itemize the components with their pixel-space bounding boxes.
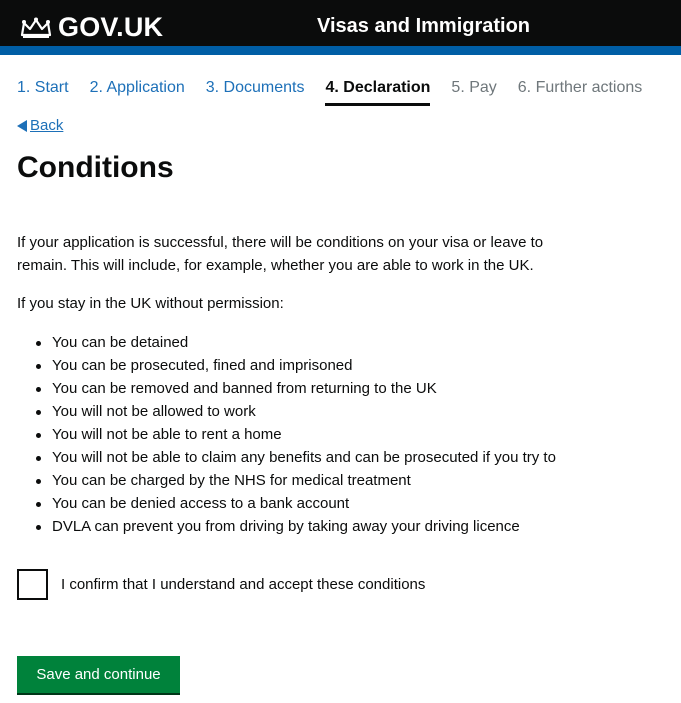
crown-icon: [20, 17, 52, 38]
intro-line-1: If your application is successful, there…: [17, 234, 544, 251]
back-link[interactable]: Back: [17, 117, 63, 134]
page-title: Conditions: [17, 151, 174, 184]
back-arrow-icon: [17, 119, 27, 132]
logo-text: GOV.UK: [58, 12, 164, 42]
confirm-checkbox-row[interactable]: I confirm that I understand and accept t…: [17, 569, 425, 600]
step-further-actions: 6. Further actions: [517, 79, 643, 96]
service-name[interactable]: Visas and Immigration: [317, 15, 530, 38]
list-item: DVLA can prevent you from driving by tak…: [17, 515, 556, 538]
confirm-checkbox[interactable]: [17, 569, 48, 600]
govuk-logo[interactable]: GOV.UK: [20, 12, 163, 43]
step-navigation: 1. Start 2. Application 3. Documents 4. …: [17, 79, 663, 106]
list-item: You can be detained: [17, 331, 556, 354]
list-item: You can be charged by the NHS for medica…: [17, 469, 556, 492]
confirm-checkbox-label[interactable]: I confirm that I understand and accept t…: [61, 576, 425, 593]
intro-line-2: remain. This will include, for example, …: [17, 257, 534, 274]
save-and-continue-button[interactable]: Save and continue: [17, 656, 180, 693]
list-item: You will not be able to rent a home: [17, 423, 556, 446]
list-item: You can be removed and banned from retur…: [17, 377, 556, 400]
back-link-label: Back: [30, 117, 64, 134]
govuk-header: GOV.UK Visas and Immigration: [0, 0, 681, 55]
intro-paragraph: If your application is successful, there…: [17, 231, 657, 277]
step-declaration: 4. Declaration: [325, 79, 431, 106]
list-item: You can be prosecuted, fined and impriso…: [17, 354, 556, 377]
list-item: You will not be able to claim any benefi…: [17, 446, 556, 469]
warning-intro: If you stay in the UK without permission…: [17, 295, 284, 312]
step-documents[interactable]: 3. Documents: [206, 79, 305, 106]
list-item: You can be denied access to a bank accou…: [17, 492, 556, 515]
step-pay: 5. Pay: [451, 79, 497, 96]
step-application[interactable]: 2. Application: [90, 79, 185, 106]
list-item: You will not be allowed to work: [17, 400, 556, 423]
consequences-list: You can be detained You can be prosecute…: [17, 331, 556, 538]
step-start[interactable]: 1. Start: [17, 79, 69, 106]
